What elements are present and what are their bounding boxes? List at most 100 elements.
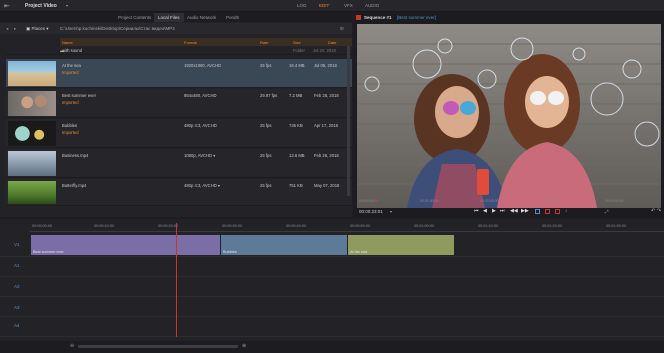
new-folder-icon[interactable]: ⊞ [340,26,344,32]
timeline-ruler-label: 00:01:10:00 [478,224,499,228]
clip-label: Bubbles [223,250,237,254]
timecode-display[interactable]: 00:00:23:01 [359,209,383,214]
nav-back-icon[interactable]: ◂ [6,26,8,32]
timecode-dropdown[interactable]: ▾ [390,209,392,214]
mode-tab-edit[interactable]: EDIT [319,3,329,8]
thumbnail-image [8,61,56,86]
step-back-icon[interactable]: ◀ [483,208,487,214]
table-row[interactable]: Business.mp4 1080p, AVCHD ▾ 25 fps 13.6 … [6,149,352,178]
overwrite-icon[interactable] [555,209,560,214]
row-format: 854x480, AVCHD [184,93,217,98]
thumbnail-image [8,121,56,146]
viewer-playhead-marker[interactable]: ▼ [374,198,378,203]
skip-start-icon[interactable]: ⏮ [474,208,479,214]
file-table-header: Name Format Rate Size Date [60,38,352,46]
play-icon[interactable]: ▶ [492,208,496,214]
track-label[interactable]: A1 [14,263,20,268]
table-row[interactable]: Butterfly.mp4 480p 4:3, AVCHD ▾ 25 fps 7… [6,179,352,206]
timeline-ruler-label: 00:00:50:00 [350,224,371,228]
timeline-ruler-label: 00:01:00:00 [414,224,435,228]
row-name: Bubbles [62,123,78,128]
timeline-scrollbar[interactable] [78,345,238,348]
row-date: Jul 05, 2018 [314,63,337,68]
nav-forward-icon[interactable]: ▸ [14,26,16,32]
viewer-panel: Sequence #1 [Best summer ever] 00:00:00:… [355,12,664,217]
rewind-icon[interactable]: ◀◀ [510,208,518,214]
places-dropdown[interactable]: ▣ Places ▾ [26,26,49,32]
skip-end-icon[interactable]: ⏭ [500,208,505,214]
sequence-title[interactable]: Sequence #1 [364,15,392,20]
column-format[interactable]: Format [184,40,197,45]
browser-scrollbar[interactable] [347,46,350,196]
row-format: 1080p, AVCHD ▾ [184,153,216,158]
top-bar: ⇤ Project Video ▾ LOG EDIT VFX AUDIO [0,0,664,12]
thumbnail-image [8,181,56,204]
timeline-footer: ⊖ ⊕ [0,341,664,353]
project-title[interactable]: Project Video [25,3,57,9]
fullscreen-icon[interactable]: ⤢ [605,209,609,214]
row-format: 1920x1080, AVCHD [184,63,222,68]
tab-pond5[interactable]: Pond5 [222,13,243,22]
browser-tabs: Project Contents Local Files Audio Netwo… [0,12,352,22]
table-row[interactable]: ▬ with sound Folder Jul 20, 2018 [6,46,352,55]
track-label[interactable]: A2 [14,284,20,289]
row-format: 480p 4:3, AVCHD ▾ [184,183,221,188]
timeline-clip[interactable]: At the sea [348,235,454,255]
table-row[interactable]: Best summer ever Imported 854x480, AVCHD… [6,89,352,118]
back-arrow-icon[interactable]: ⇤ [4,2,10,10]
tab-audio-network[interactable]: Audio Network [183,13,220,22]
zoom-in-icon[interactable]: ⊕ [242,343,246,349]
mode-tab-log[interactable]: LOG [297,3,307,8]
timeline-ruler[interactable]: 00:00:00:00 00:00:10:00 00:00:20:00 00:0… [30,223,664,232]
timeline-panel: 00:00:00:00 00:00:10:00 00:00:20:00 00:0… [0,219,664,353]
row-name: Best summer ever [62,93,96,98]
timeline-ruler-label: 00:00:30:00 [222,224,243,228]
timeline-playhead[interactable] [176,223,177,337]
viewer-ruler[interactable]: 00:00:00:00 00:01:00:00 00:02:00:00 00:0… [357,198,661,204]
timeline-clip[interactable]: Best summer ever [31,235,220,255]
tab-local-files[interactable]: Local Files [154,13,184,22]
column-rate[interactable]: Rate [260,40,268,45]
track-a4: A4 [0,317,664,337]
preview-frame-image [357,24,661,208]
timeline-clip[interactable]: Bubbles [221,235,347,255]
table-row[interactable]: At the sea Imported 1920x1080, AVCHD 25 … [6,59,352,88]
track-label[interactable]: A4 [14,323,20,328]
row-size: 751 KB [289,183,303,188]
viewer-ruler-label: 00:02:00:00 [480,199,499,203]
mark-in-icon[interactable] [535,209,540,214]
table-row[interactable]: Bubbles Imported 480p 4:3, AVCHD 25 fps … [6,119,352,148]
thumbnail-image [8,151,56,176]
timeline-ruler-label: 00:00:10:00 [94,224,115,228]
row-rate: 29.97 fps [260,93,278,98]
audio-icon[interactable]: ♪ [565,208,568,214]
track-label[interactable]: V1 [14,242,20,247]
mark-out-icon[interactable] [545,209,550,214]
row-rate: 25 fps [260,123,272,128]
column-date[interactable]: Date [328,40,336,45]
row-format: 480p 4:3, AVCHD [184,123,217,128]
path-field[interactable]: C:\Users\p.kuchinski\Desktop\Сериалы\Ста… [60,26,175,31]
row-status: Imported [62,100,79,105]
column-size[interactable]: Size [293,40,301,45]
video-preview[interactable] [357,24,661,208]
row-status: Imported [62,130,79,135]
file-browser-panel: Project Contents Local Files Audio Netwo… [0,12,352,229]
row-rate: 25 fps [260,183,272,188]
row-rate: 25 fps [260,153,272,158]
mode-tab-audio[interactable]: AUDIO [365,3,379,8]
track-a3: A3 [0,297,664,317]
undo-icon[interactable]: ↶ [651,208,655,214]
row-size: 7.2 MB [289,93,303,98]
chevron-down-icon[interactable]: ▾ [66,3,68,8]
fast-forward-icon[interactable]: ▶▶ [521,208,529,214]
mode-tab-vfx[interactable]: VFX [344,3,353,8]
row-status: Imported [62,70,79,75]
track-a2: A2 [0,277,664,297]
tab-project-contents[interactable]: Project Contents [114,13,155,22]
row-size: 13.6 MB [289,153,305,158]
column-name[interactable]: Name [62,40,73,45]
zoom-out-icon[interactable]: ⊖ [70,343,74,349]
track-label[interactable]: A3 [14,305,20,310]
redo-icon[interactable]: ↷ [657,208,661,214]
